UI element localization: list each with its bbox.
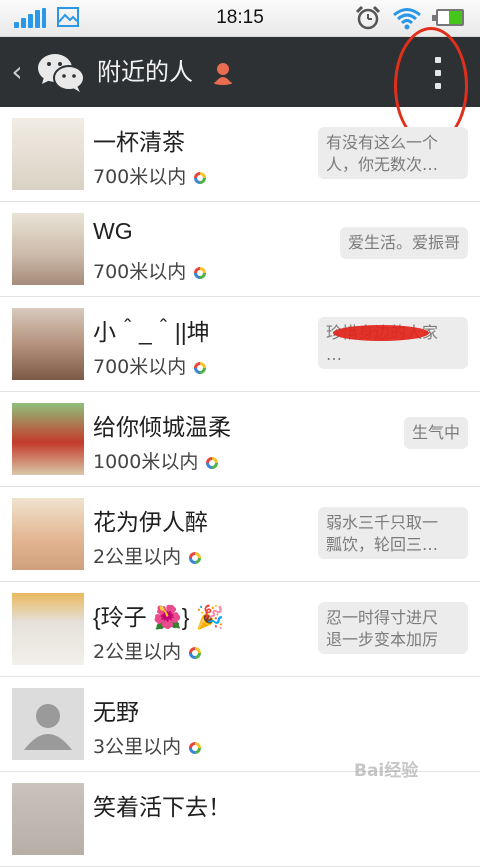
person-distance: 2公里以内 (93, 542, 202, 569)
distance-text: 700米以内 (93, 356, 187, 378)
person-distance: 700米以内 (93, 352, 207, 379)
person-marker-icon (214, 63, 232, 85)
list-item[interactable]: WG 700米以内 爱生活。爱振哥 (0, 202, 480, 297)
distance-text: 700米以内 (93, 166, 187, 188)
default-avatar-icon[interactable] (12, 688, 84, 760)
list-item[interactable]: {玲子 🌺} 🎉 2公里以内 忍一时得寸进尺 退一步变本加厉 (0, 582, 480, 677)
redaction-scribble (333, 325, 429, 341)
person-name: 无野 (93, 699, 139, 725)
location-source-icon (189, 551, 202, 564)
avatar[interactable] (12, 213, 84, 285)
list-item[interactable]: 花为伊人醉 2公里以内 弱水三千只取一 瓢饮，轮回三… (0, 487, 480, 582)
person-distance: 700米以内 (93, 162, 207, 189)
list-item[interactable]: 给你倾城温柔 1000米以内 生气中 (0, 392, 480, 487)
location-source-icon (189, 741, 202, 754)
avatar[interactable] (12, 783, 84, 855)
distance-text: 2公里以内 (93, 641, 182, 663)
avatar[interactable] (12, 498, 84, 570)
list-item[interactable]: 小＾_＾||坤700米以内珍惜身边的人家 … (0, 297, 480, 392)
person-name: 笑着活下去！ (93, 794, 231, 820)
person-name: 小＾_＾||坤 (93, 319, 210, 345)
location-source-icon (206, 456, 219, 469)
location-source-icon (194, 266, 207, 279)
signature-bubble: 忍一时得寸进尺 退一步变本加厉 (318, 602, 468, 654)
signature-bubble: 爱生活。爱振哥 (339, 227, 468, 259)
person-name: WG (93, 218, 133, 244)
page-title: 附近的人 (97, 58, 193, 86)
person-name: 花为伊人醉 (93, 509, 208, 535)
chevron-left-icon: ‹ (11, 55, 23, 88)
location-source-icon (189, 646, 202, 659)
avatar[interactable] (12, 593, 84, 665)
avatar[interactable] (12, 403, 84, 475)
battery-icon (432, 9, 464, 26)
distance-text: 700米以内 (93, 261, 187, 283)
person-distance: 700米以内 (93, 257, 207, 284)
location-source-icon (194, 171, 207, 184)
distance-text: 2公里以内 (93, 546, 182, 568)
signature-bubble: 弱水三千只取一 瓢饮，轮回三… (318, 507, 468, 559)
person-name: {玲子 🌺} 🎉 (93, 604, 225, 630)
signature-bubble: 有没有这么一个 人，你无数次… (318, 127, 468, 179)
person-name: 给你倾城温柔 (93, 414, 231, 440)
person-distance: 1000米以内 (93, 447, 219, 474)
person-distance: 2公里以内 (93, 637, 202, 664)
person-distance: 3公里以内 (93, 732, 202, 759)
wifi-icon (393, 8, 421, 30)
avatar[interactable] (12, 308, 84, 380)
location-source-icon (194, 361, 207, 374)
watermark-text: Bai经验 (354, 761, 419, 781)
watermark: Bai经验 (346, 748, 476, 788)
avatar[interactable] (12, 118, 84, 190)
alarm-icon (355, 5, 381, 30)
list-item[interactable]: 一杯清茶 700米以内 有没有这么一个 人，你无数次… (0, 107, 480, 202)
back-button[interactable]: ‹ (6, 55, 28, 89)
person-name: 一杯清茶 (93, 129, 185, 155)
distance-text: 3公里以内 (93, 736, 182, 758)
signature-bubble: 生气中 (403, 417, 468, 449)
distance-text: 1000米以内 (93, 451, 199, 473)
status-bar: 18:15 (0, 0, 480, 37)
wechat-logo-icon (38, 54, 85, 92)
